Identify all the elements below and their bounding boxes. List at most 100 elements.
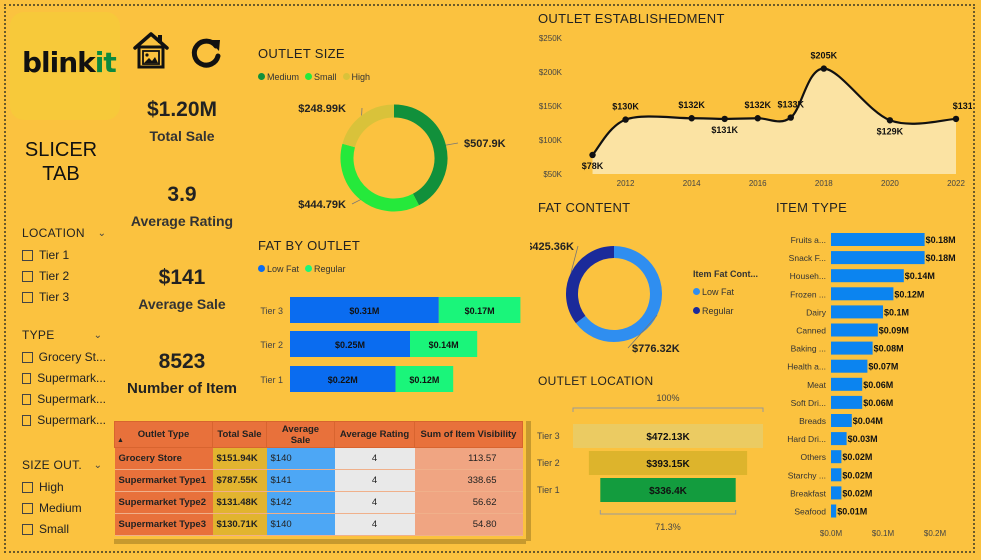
- table-horizontal-scrollbar[interactable]: [114, 539, 526, 544]
- bar[interactable]: [831, 395, 863, 409]
- fat-by-outlet-legend: Low Fat Regular: [258, 264, 346, 274]
- funnel-data-label: $336.4K: [649, 486, 688, 497]
- bar[interactable]: [831, 414, 852, 427]
- table-row[interactable]: Supermarket Type2 $131.48K $142 4 56.62: [114, 491, 523, 514]
- outlet-size-data-label: $507.9K: [464, 138, 506, 150]
- bar[interactable]: [831, 287, 894, 301]
- data-point[interactable]: [952, 115, 960, 123]
- data-point[interactable]: [820, 65, 828, 72]
- legend-regular[interactable]: Regular: [693, 306, 734, 316]
- outlet-size-data-label: $444.79K: [298, 199, 346, 211]
- outlet-size-slice[interactable]: [340, 143, 419, 212]
- refresh-icon[interactable]: [189, 36, 223, 77]
- legend-high[interactable]: High: [342, 72, 370, 82]
- sort-arrow-icon[interactable]: ▲: [117, 437, 124, 444]
- fat-content-legend-title: Item Fat Cont...: [693, 269, 758, 279]
- table-cell: $787.55K: [212, 469, 267, 492]
- table-cell: 4: [334, 491, 415, 514]
- bar[interactable]: [831, 468, 842, 482]
- bar[interactable]: [831, 269, 904, 283]
- checkbox[interactable]: [22, 270, 33, 282]
- bar[interactable]: [831, 486, 842, 500]
- bar[interactable]: [831, 377, 863, 391]
- brand-logo: blinkit: [22, 46, 117, 79]
- column-header-average-rating[interactable]: Average Rating: [334, 421, 415, 448]
- funnel-bracket: [572, 407, 764, 412]
- bar[interactable]: [831, 305, 883, 319]
- type-option-super1[interactable]: Supermark...: [22, 371, 106, 385]
- table-row[interactable]: Supermarket Type3 $130.71K $140 4 54.80: [114, 513, 523, 536]
- bar[interactable]: [831, 233, 925, 246]
- outlet-size-slice[interactable]: [393, 104, 448, 206]
- table-cell: 54.80: [414, 513, 523, 536]
- outlet-type-table-grid: Outlet Type Total Sale Average Sale Aver…: [114, 421, 523, 536]
- legend-medium[interactable]: Medium: [258, 72, 299, 82]
- checkbox[interactable]: [22, 291, 33, 303]
- data-point[interactable]: [688, 115, 695, 122]
- table-row[interactable]: Grocery Store $151.94K $140 4 113.57: [114, 447, 523, 470]
- data-label: $133K: [778, 100, 805, 110]
- location-slicer-header: LOCATION: [22, 226, 85, 240]
- bar-data-label: $0.14M: [905, 271, 935, 281]
- kpi-label: Average Sale: [138, 296, 226, 312]
- location-option-tier2[interactable]: Tier 2: [22, 269, 106, 283]
- legend-low-fat[interactable]: Low Fat: [693, 287, 734, 297]
- legend-regular[interactable]: Regular: [305, 264, 346, 274]
- checkbox[interactable]: [22, 351, 33, 363]
- fat-content-slice[interactable]: [566, 246, 615, 324]
- checkbox[interactable]: [22, 414, 32, 426]
- chevron-down-icon[interactable]: ⌄: [94, 330, 102, 341]
- bar[interactable]: [831, 432, 847, 446]
- category-label: Breads: [799, 416, 826, 426]
- column-header-outlet-type[interactable]: Outlet Type: [114, 421, 213, 448]
- column-header-average-sale[interactable]: Average Sale: [266, 421, 335, 448]
- fat-by-outlet-bars: Tier 3 $0.31M $0.17M Tier 2 $0.25M $0.14M Tier…: [260, 297, 521, 392]
- size-option-small[interactable]: Small: [22, 522, 106, 536]
- data-point[interactable]: [721, 115, 728, 123]
- legend-small[interactable]: Small: [305, 72, 337, 82]
- location-option-tier1[interactable]: Tier 1: [22, 248, 106, 262]
- checkbox[interactable]: [22, 393, 32, 405]
- size-option-medium[interactable]: Medium: [22, 501, 106, 515]
- home-image-icon[interactable]: [132, 30, 170, 75]
- category-label: Starchy ...: [788, 470, 826, 480]
- type-option-grocery[interactable]: Grocery St...: [22, 350, 106, 364]
- category-label: Hard Dri...: [787, 434, 826, 444]
- data-label: $130K: [612, 102, 639, 112]
- type-option-super3[interactable]: Supermark...: [22, 413, 106, 427]
- checkbox[interactable]: [22, 249, 33, 261]
- funnel-data-label: $393.15K: [646, 459, 690, 470]
- type-option-super2[interactable]: Supermark...: [22, 392, 106, 406]
- chevron-down-icon[interactable]: ⌄: [94, 460, 102, 471]
- column-header-item-visibility[interactable]: Sum of Item Visibility: [414, 421, 523, 448]
- bar[interactable]: [831, 251, 925, 265]
- table-scrollbar[interactable]: [526, 421, 531, 541]
- location-option-tier3[interactable]: Tier 3: [22, 290, 106, 304]
- outlet-size-slice[interactable]: [342, 104, 395, 148]
- data-point[interactable]: [622, 116, 629, 123]
- size-option-high[interactable]: High: [22, 480, 106, 494]
- data-point[interactable]: [754, 115, 761, 122]
- column-header-total-sale[interactable]: Total Sale: [212, 421, 267, 448]
- legend-low-fat[interactable]: Low Fat: [258, 264, 299, 274]
- bar-data-label: $0.1M: [884, 307, 909, 317]
- data-label: $132K: [678, 100, 705, 110]
- type-slicer-header: TYPE: [22, 328, 55, 342]
- checkbox[interactable]: [22, 502, 33, 514]
- checkbox[interactable]: [22, 372, 32, 384]
- bar[interactable]: [831, 504, 837, 518]
- data-point[interactable]: [886, 117, 894, 124]
- chevron-down-icon[interactable]: ⌄: [98, 228, 106, 239]
- outlet-size-leader-line: [351, 199, 361, 205]
- kpi-average-rating: 3.9 Average Rating: [122, 183, 242, 229]
- data-point[interactable]: [787, 114, 794, 121]
- data-point[interactable]: [589, 151, 596, 159]
- bar[interactable]: [831, 450, 842, 464]
- bar[interactable]: [831, 323, 878, 337]
- bar[interactable]: [831, 341, 873, 355]
- table-row[interactable]: Supermarket Type1 $787.55K $141 4 338.65: [114, 469, 523, 492]
- bar[interactable]: [831, 359, 868, 373]
- checkbox[interactable]: [22, 481, 33, 493]
- funnel-bracket: [599, 510, 737, 515]
- checkbox[interactable]: [22, 523, 33, 535]
